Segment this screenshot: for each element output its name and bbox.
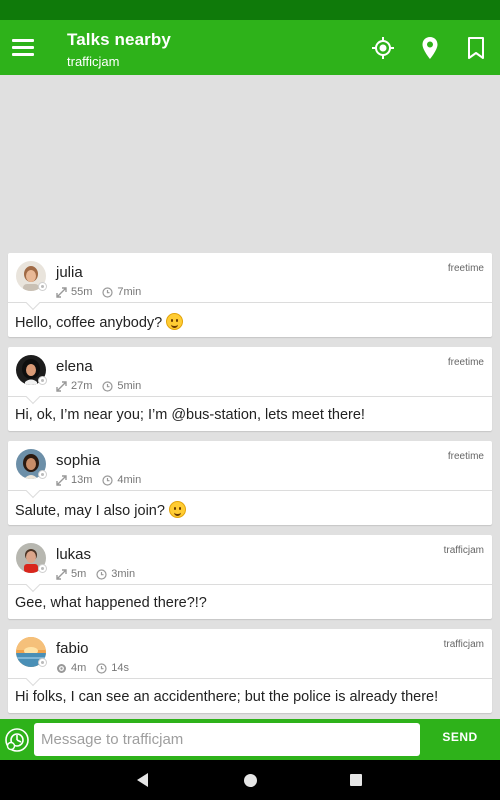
- message-header: lukas 5m 3min trafficjam: [8, 535, 492, 593]
- message-header: julia 55m 7min freetime: [8, 253, 492, 311]
- composer-bar: SEND: [0, 719, 500, 760]
- bubble-notch: [25, 671, 41, 687]
- status-bar: [0, 0, 500, 20]
- page-subtitle: trafficjam: [67, 54, 120, 69]
- gps-target-icon[interactable]: [371, 35, 395, 61]
- message-text: Gee, what happened there?!?: [15, 595, 207, 611]
- system-nav-bar: [0, 760, 500, 800]
- user-name[interactable]: lukas: [56, 546, 91, 563]
- bookmark-icon[interactable]: [466, 35, 486, 61]
- menu-icon[interactable]: [12, 39, 34, 57]
- message-header: elena 27m 5min freetime: [8, 347, 492, 405]
- user-name[interactable]: elena: [56, 358, 93, 375]
- bubble-notch: [25, 389, 41, 405]
- distance-icon: [56, 380, 67, 392]
- message-card[interactable]: elena 27m 5min freetime Hi, ok, I’m near you…: [8, 347, 492, 431]
- radar-icon: [56, 663, 67, 674]
- presence-dot: [38, 658, 47, 667]
- message-input[interactable]: [34, 723, 420, 756]
- message-header: fabio 4m 14s trafficjam: [8, 629, 492, 687]
- message-card[interactable]: sophia 13m 4min freetime Salute, may I also …: [8, 441, 492, 525]
- message-text: Hi folks, I can see an accidenthere; but…: [15, 689, 438, 705]
- presence-dot: [38, 376, 47, 385]
- message-meta: 27m 5min: [56, 380, 141, 392]
- distance-value: 13m: [71, 474, 93, 486]
- distance-value: 55m: [71, 286, 93, 298]
- bubble-notch: [25, 483, 41, 499]
- distance-icon: [56, 568, 67, 580]
- message-meta: 5m 3min: [56, 568, 135, 580]
- message-card[interactable]: fabio 4m 14s trafficjam Hi folks, I can see …: [8, 629, 492, 713]
- clock-icon: [102, 474, 114, 486]
- message-meta: 4m 14s: [56, 662, 129, 674]
- bubble-notch: [25, 295, 41, 311]
- distance-icon: [56, 474, 67, 486]
- topic-tag[interactable]: freetime: [448, 357, 484, 368]
- presence-dot: [38, 564, 47, 573]
- message-body: Gee, what happened there?!?: [15, 595, 207, 611]
- message-meta: 13m 4min: [56, 474, 141, 486]
- clock-icon: [102, 380, 114, 392]
- location-pin-icon[interactable]: [418, 35, 442, 61]
- topic-tag[interactable]: freetime: [448, 263, 484, 274]
- home-icon[interactable]: [244, 774, 257, 787]
- app-bar: Talks nearby trafficjam: [0, 20, 500, 75]
- topic-tag[interactable]: trafficjam: [444, 639, 484, 650]
- message-body: Hello, coffee anybody?: [15, 315, 163, 331]
- smile-emoji-icon: [166, 313, 184, 330]
- time-value: 3min: [111, 568, 136, 580]
- message-meta: 55m 7min: [56, 286, 141, 298]
- distance-icon: [56, 286, 67, 298]
- message-card[interactable]: julia 55m 7min freetime Hello, coffee anybod…: [8, 253, 492, 337]
- clock-icon: [96, 568, 107, 580]
- topic-tag[interactable]: trafficjam: [444, 545, 484, 556]
- nearby-radius-icon[interactable]: [4, 727, 30, 753]
- distance-value: 5m: [71, 568, 87, 580]
- presence-dot: [38, 470, 47, 479]
- time-value: 5min: [117, 380, 142, 392]
- grin-emoji-icon: [168, 501, 186, 518]
- page-title: Talks nearby: [67, 30, 171, 49]
- message-text: Salute, may I also join?: [15, 501, 186, 519]
- user-name[interactable]: sophia: [56, 452, 100, 469]
- presence-dot: [38, 282, 47, 291]
- distance-value: 27m: [71, 380, 93, 392]
- topic-tag[interactable]: freetime: [448, 451, 484, 462]
- time-value: 14s: [111, 662, 130, 674]
- message-body: Salute, may I also join?: [15, 503, 165, 519]
- time-value: 7min: [117, 286, 142, 298]
- clock-icon: [102, 286, 114, 298]
- user-name[interactable]: julia: [56, 264, 83, 281]
- bubble-notch: [25, 577, 41, 593]
- back-icon[interactable]: [137, 773, 148, 787]
- user-name[interactable]: fabio: [56, 640, 89, 657]
- message-card[interactable]: lukas 5m 3min trafficjam Gee, what happened …: [8, 535, 492, 619]
- message-header: sophia 13m 4min freetime: [8, 441, 492, 499]
- recents-icon[interactable]: [350, 774, 362, 786]
- message-body: Hi, ok, I’m near you; I’m @bus-station, …: [15, 407, 365, 423]
- time-value: 4min: [117, 474, 142, 486]
- message-text: Hello, coffee anybody?: [15, 313, 184, 331]
- message-body: Hi folks, I can see an accidenthere; but…: [15, 689, 439, 705]
- message-feed[interactable]: julia 55m 7min freetime Hello, coffee anybod…: [8, 253, 492, 723]
- message-text: Hi, ok, I’m near you; I’m @bus-station, …: [15, 407, 365, 423]
- send-button[interactable]: SEND: [430, 730, 490, 744]
- clock-icon: [96, 662, 107, 674]
- distance-value: 4m: [71, 662, 87, 674]
